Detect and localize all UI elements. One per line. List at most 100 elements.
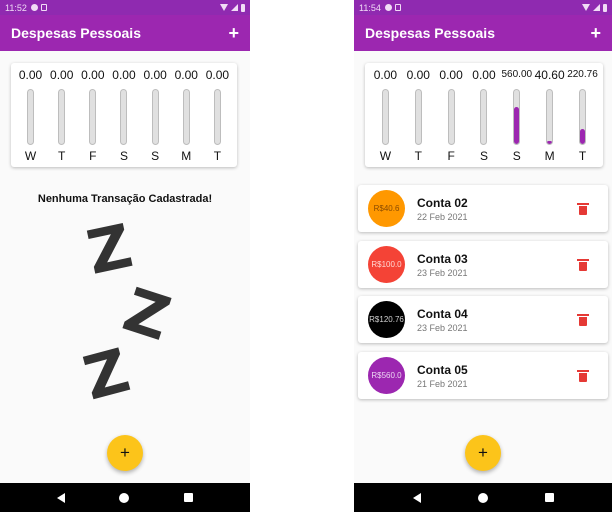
transaction-date: 21 Feb 2021 bbox=[417, 378, 468, 389]
bar-value-label: 0.00 bbox=[50, 68, 74, 82]
zzz-letter: Z bbox=[81, 211, 139, 289]
back-icon[interactable] bbox=[412, 492, 421, 503]
bar-track bbox=[447, 89, 455, 145]
app-bar: Despesas Pessoais + bbox=[0, 15, 250, 51]
transaction-title: Conta 04 bbox=[417, 306, 468, 321]
add-fab-button[interactable]: + bbox=[107, 435, 143, 471]
bar-track bbox=[480, 89, 488, 145]
bar-fill bbox=[579, 129, 585, 144]
chart-bar-column: 40.60 M bbox=[535, 67, 565, 167]
bar-track bbox=[381, 89, 389, 145]
bar-track bbox=[213, 89, 221, 145]
back-icon[interactable] bbox=[57, 492, 66, 503]
battery-icon bbox=[603, 3, 607, 12]
transaction-card[interactable]: R$100.0 Conta 03 23 Feb 2021 bbox=[358, 241, 608, 288]
transaction-value-avatar: R$40.6 bbox=[368, 190, 405, 227]
chart-bar-column: 560.00 S bbox=[501, 67, 533, 167]
delete-icon[interactable] bbox=[577, 202, 589, 215]
bar-day-label: M bbox=[544, 149, 555, 163]
bar-track bbox=[27, 89, 35, 145]
transaction-card[interactable]: R$40.6 Conta 02 22 Feb 2021 bbox=[358, 185, 608, 232]
add-fab-button[interactable]: + bbox=[465, 435, 501, 471]
status-bar: 11:52 bbox=[0, 0, 250, 15]
phone-screen-list: 11:54 Despesas Pessoais + 0.00 W 0.00 T 0.00… bbox=[354, 0, 612, 512]
battery-icon bbox=[241, 3, 245, 12]
chart-bar-column: 0.00 W bbox=[370, 67, 400, 167]
bar-track bbox=[182, 89, 190, 145]
bar-day-label: F bbox=[89, 149, 97, 163]
app-title: Despesas Pessoais bbox=[11, 25, 141, 41]
bar-value-label: 0.00 bbox=[174, 68, 198, 82]
phone-screen-empty: 11:52 Despesas Pessoais + 0.00 W 0.00 T 0.00… bbox=[0, 0, 250, 512]
recent-apps-icon[interactable] bbox=[183, 493, 193, 502]
transaction-value-avatar: R$560.0 bbox=[368, 357, 405, 394]
transaction-card[interactable]: R$120.76 Conta 04 23 Feb 2021 bbox=[358, 296, 608, 343]
bar-value-label: 0.00 bbox=[143, 68, 167, 82]
bar-day-label: T bbox=[213, 149, 222, 163]
bar-value-label: 0.00 bbox=[406, 68, 430, 82]
chart-bar-column: 0.00 F bbox=[436, 67, 466, 167]
chart-bar-column: 0.00 S bbox=[140, 67, 170, 167]
sd-card-icon bbox=[40, 4, 47, 11]
recent-apps-icon[interactable] bbox=[544, 493, 554, 502]
transaction-date: 23 Feb 2021 bbox=[417, 322, 468, 333]
sleeping-zzz-image: Z Z Z bbox=[70, 211, 190, 414]
delete-icon[interactable] bbox=[577, 258, 589, 271]
bar-track bbox=[58, 89, 66, 145]
transaction-value-avatar: R$100.0 bbox=[368, 246, 405, 283]
transaction-card[interactable]: R$560.0 Conta 05 21 Feb 2021 bbox=[358, 352, 608, 399]
bar-track bbox=[578, 89, 586, 145]
bar-track bbox=[89, 89, 97, 145]
chart-bar-column: 0.00 T bbox=[403, 67, 433, 167]
bar-day-label: T bbox=[578, 149, 587, 163]
bar-value-label: 40.60 bbox=[534, 68, 565, 82]
chart-bar-column: 0.00 T bbox=[47, 67, 77, 167]
chart-bar-column: 0.00 T bbox=[202, 67, 232, 167]
signal-icon bbox=[593, 4, 600, 11]
bar-track bbox=[414, 89, 422, 145]
wifi-icon bbox=[582, 4, 590, 11]
transaction-title: Conta 02 bbox=[417, 195, 468, 210]
home-icon[interactable] bbox=[119, 492, 130, 503]
nav-bar bbox=[354, 483, 612, 512]
bar-value-label: 0.00 bbox=[112, 68, 136, 82]
status-time: 11:52 bbox=[5, 2, 27, 13]
wifi-icon bbox=[220, 4, 228, 11]
bar-day-label: M bbox=[181, 149, 192, 163]
delete-icon[interactable] bbox=[577, 369, 589, 382]
bar-value-label: 220.76 bbox=[567, 69, 598, 80]
add-transaction-button[interactable]: + bbox=[590, 24, 601, 42]
zzz-letter: Z bbox=[76, 335, 137, 415]
bar-day-label: F bbox=[447, 149, 455, 163]
notification-icon bbox=[30, 4, 38, 11]
status-time: 11:54 bbox=[359, 2, 381, 13]
bar-day-label: W bbox=[379, 149, 392, 163]
chart-bar-column: 0.00 M bbox=[171, 67, 201, 167]
bar-fill bbox=[514, 107, 520, 144]
weekly-chart-card: 0.00 W 0.00 T 0.00 F 0.00 S 0.00 S 0.00 M 0.00 T bbox=[11, 63, 237, 167]
home-icon[interactable] bbox=[477, 492, 488, 503]
notification-icon bbox=[384, 4, 392, 11]
app-bar: Despesas Pessoais + bbox=[354, 15, 612, 51]
delete-icon[interactable] bbox=[577, 313, 589, 326]
weekly-chart-card: 0.00 W 0.00 T 0.00 F 0.00 S 560.00 S 40.60 M 220.76 T bbox=[365, 63, 603, 167]
chart-bar-column: 0.00 F bbox=[78, 67, 108, 167]
bar-value-label: 0.00 bbox=[373, 68, 398, 82]
bar-day-label: S bbox=[119, 149, 128, 163]
bar-day-label: S bbox=[479, 149, 488, 163]
chart-bar-column: 220.76 T bbox=[567, 67, 598, 167]
empty-message: Nenhuma Transação Cadastrada! bbox=[37, 193, 213, 205]
add-transaction-button[interactable]: + bbox=[228, 24, 239, 42]
bar-value-label: 0.00 bbox=[439, 68, 463, 82]
bar-value-label: 0.00 bbox=[205, 68, 230, 82]
sd-card-icon bbox=[394, 4, 401, 11]
bar-value-label: 560.00 bbox=[501, 69, 533, 80]
bar-track bbox=[151, 89, 159, 145]
bar-track bbox=[513, 89, 521, 145]
bar-value-label: 0.00 bbox=[81, 68, 105, 82]
bar-day-label: T bbox=[58, 149, 66, 163]
status-bar: 11:54 bbox=[354, 0, 612, 15]
bar-track bbox=[120, 89, 128, 145]
bar-day-label: S bbox=[151, 149, 160, 163]
bar-fill bbox=[547, 141, 553, 144]
